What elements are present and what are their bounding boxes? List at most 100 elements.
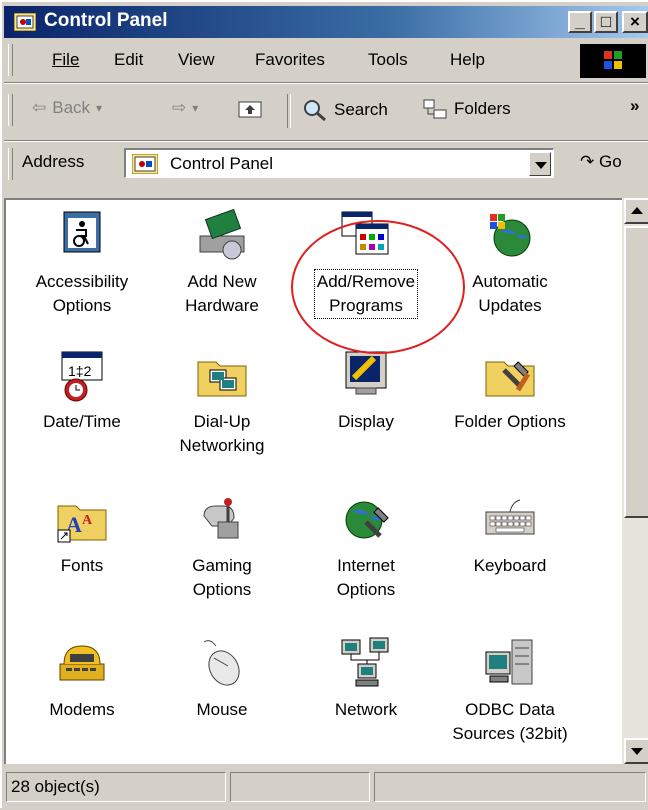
forward-dropdown-icon[interactable]: ▾ [192,101,198,115]
standard-toolbar: ⇦ Back ▾ ⇨ ▾ Search Folders » [4,84,648,138]
menu-tools[interactable]: Tools [368,50,408,70]
mouse-icon [203,640,240,686]
menu-favorites[interactable]: Favorites [255,50,325,70]
item-label-line: Dial-Up [193,412,251,431]
close-button[interactable]: × [622,11,648,33]
item-label-line: Gaming [192,556,252,575]
control-panel-item[interactable]: Folder Options [440,346,580,434]
item-label: Network [333,698,399,722]
item-label: Modems [47,698,116,722]
item-label-line: Automatic [472,272,548,291]
folders-button[interactable]: Folders [422,98,511,120]
control-panel-item[interactable]: Internet Options [296,490,436,602]
item-label: Keyboard [472,554,549,578]
item-label-line: Updates [478,296,542,315]
back-arrow-icon: ⇦ [32,98,47,117]
scroll-up-icon [631,207,643,214]
item-label: Add New Hardware [183,270,261,318]
folders-icon [423,99,447,119]
highlight-circle [291,220,465,354]
fonts-icon: AA [57,505,107,543]
toolbar-separator [4,140,648,142]
minimize-button[interactable]: _ [568,11,592,33]
up-folder-button[interactable] [238,98,262,118]
back-button[interactable]: ⇦ Back ▾ [32,98,102,118]
scroll-down-button[interactable] [624,738,648,764]
go-button[interactable]: ↷ Go [580,152,622,172]
item-label: Automatic Updates [470,270,550,318]
display-icon [345,351,387,395]
toolbar-chevron[interactable]: » [630,96,639,116]
title-bar[interactable]: Control Panel _ □ × [4,6,648,38]
control-panel-window: Control Panel _ □ × File Edit View Favor… [0,0,648,810]
item-label-line: Folder Options [454,412,566,431]
object-count: 28 object(s) [11,777,100,796]
control-panel-item[interactable]: A A Fonts [12,490,152,578]
scroll-up-button[interactable] [624,198,648,224]
toolbar-divider [287,94,291,128]
item-label-line: Sources (32bit) [452,724,568,743]
item-label: Fonts [59,554,106,578]
vertical-scrollbar[interactable] [622,198,648,764]
control-panel-icon [14,13,36,31]
maximize-button[interactable]: □ [594,11,618,33]
add-hardware-icon [199,208,245,260]
item-label: Folder Options [452,410,568,434]
control-panel-item[interactable]: Keyboard [440,490,580,578]
item-label-line: Options [52,296,112,315]
accessibility-icon [63,211,101,253]
item-label-line: Fonts [60,556,104,575]
menu-file[interactable]: File [52,50,79,70]
item-label-line: Add New [187,272,257,291]
control-panel-item[interactable]: Mouse [152,634,292,722]
item-label-line: Networking [179,436,265,455]
address-grip[interactable] [8,148,13,180]
scroll-thumb[interactable] [624,226,648,518]
address-label: Address [22,152,85,171]
item-label: ODBC Data Sources (32bit) [450,698,569,746]
control-panel-item[interactable]: Display [296,346,436,434]
control-panel-item[interactable]: ODBC Data Sources (32bit) [440,634,580,746]
address-dropdown-button[interactable] [529,152,551,176]
forward-button[interactable]: ⇨ ▾ [172,98,198,118]
search-icon [304,100,326,122]
toolbar-grip[interactable] [8,94,13,126]
control-panel-item[interactable]: 1‡2 Date/Time [12,346,152,434]
control-panel-item[interactable]: Add New Hardware [152,206,292,318]
control-panel-item[interactable]: Dial-Up Networking [152,346,292,458]
gaming-options-icon [203,498,239,539]
item-label-line: Options [192,580,252,599]
menu-bar: File Edit View Favorites Tools Help [4,40,648,80]
control-panel-item[interactable]: Network [296,634,436,722]
address-input[interactable]: Control Panel [124,148,554,178]
menu-edit[interactable]: Edit [114,50,143,70]
item-label-line: ODBC Data [465,700,555,719]
date-time-icon: 1‡2 [61,351,103,402]
control-panel-item[interactable]: Accessibility Options [12,206,152,318]
search-button[interactable]: Search [302,98,388,122]
control-panel-icon [132,154,158,174]
windows-logo-icon [580,44,646,78]
item-label: Accessibility Options [34,270,131,318]
item-label: Date/Time [41,410,123,434]
item-label-line: Date/Time [43,412,121,431]
control-panel-item[interactable]: Modems [12,634,152,722]
menu-help[interactable]: Help [450,50,485,70]
status-pane-2 [230,772,370,802]
menu-grip[interactable] [8,44,13,76]
window-title: Control Panel [44,10,168,31]
back-dropdown-icon[interactable]: ▾ [96,101,102,115]
control-panel-item[interactable]: Gaming Options [152,490,292,602]
item-label: Display [336,410,396,434]
item-label-line: Hardware [185,296,259,315]
item-label-line: Modems [49,700,115,719]
status-bar: 28 object(s) [4,768,648,810]
up-folder-icon [238,101,262,118]
item-label: Gaming Options [190,554,254,602]
folder-options-icon [485,361,535,397]
item-label-line: Keyboard [473,556,547,575]
svg-text:1‡2: 1‡2 [68,363,92,379]
item-label-line: Display [338,412,394,431]
keyboard-icon [485,499,535,535]
menu-view[interactable]: View [178,50,215,70]
